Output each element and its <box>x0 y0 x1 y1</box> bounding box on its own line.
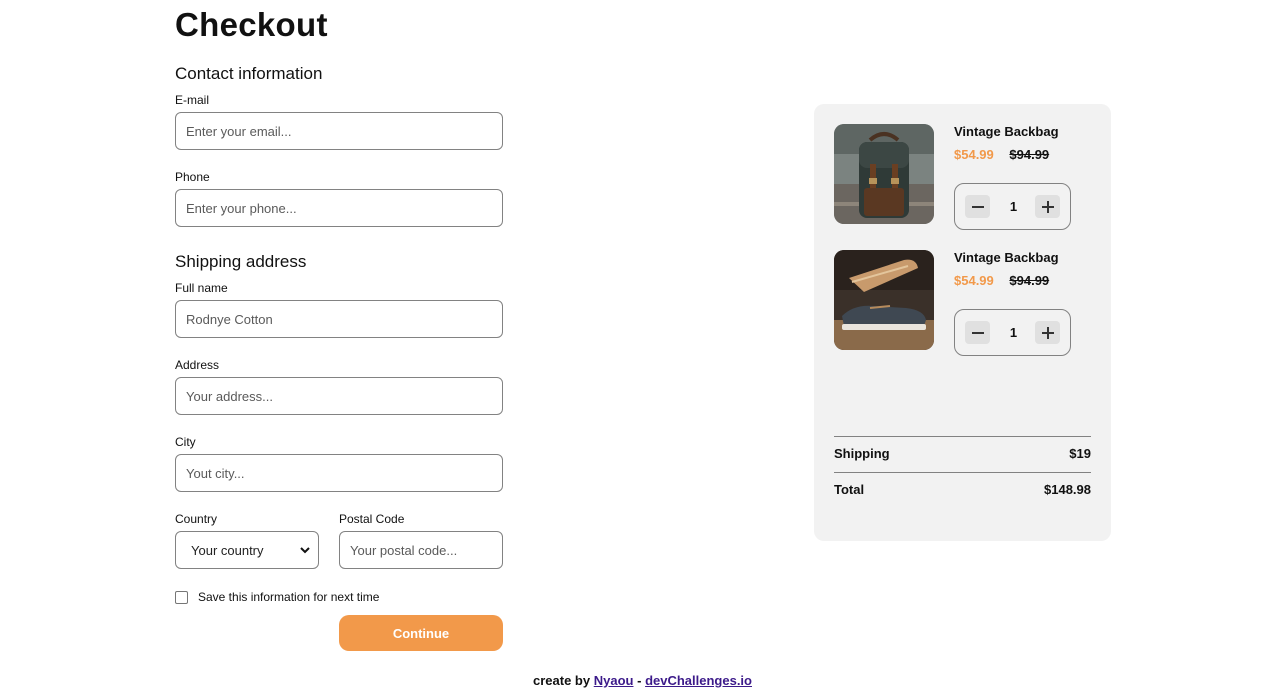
item-price-row: $54.99 $94.99 <box>954 147 1049 162</box>
item-price-row: $54.99 $94.99 <box>954 273 1049 288</box>
total-value: $148.98 <box>1044 482 1091 497</box>
country-label: Country <box>175 512 218 526</box>
shipping-heading: Shipping address <box>175 252 307 271</box>
increase-quantity-button[interactable] <box>1035 321 1060 344</box>
shipping-label: Shipping <box>834 446 890 461</box>
city-label: City <box>175 435 196 449</box>
item-sale-price: $54.99 <box>954 273 994 288</box>
backpack-image <box>834 124 934 224</box>
total-row: Total $148.98 <box>834 482 1091 497</box>
minus-icon <box>971 205 984 208</box>
plus-icon <box>1041 200 1054 213</box>
shipping-value: $19 <box>1069 446 1091 461</box>
country-select[interactable]: Your country <box>175 531 319 569</box>
quantity-value: 1 <box>1009 199 1018 214</box>
phone-label: Phone <box>175 170 210 184</box>
devchallenges-link[interactable]: devChallenges.io <box>645 673 752 688</box>
cart-item: Vintage Backbag $54.99 $94.99 1 <box>834 250 1091 356</box>
quantity-stepper: 1 <box>954 309 1071 356</box>
phone-field[interactable] <box>175 189 503 227</box>
footer: create by Nyaou - devChallenges.io <box>0 673 1285 688</box>
shoes-image <box>834 250 934 350</box>
author-link[interactable]: Nyaou <box>594 673 634 688</box>
continue-button[interactable]: Continue <box>339 615 503 651</box>
minus-icon <box>971 331 984 334</box>
divider <box>834 472 1091 473</box>
item-name: Vintage Backbag <box>954 124 1059 139</box>
footer-separator: - <box>637 673 642 688</box>
cart-summary: Vintage Backbag $54.99 $94.99 1 Vintage … <box>814 104 1111 541</box>
country-select-value: Your country <box>191 542 264 558</box>
full-name-label: Full name <box>175 281 228 295</box>
postal-code-field[interactable] <box>339 531 503 569</box>
city-field[interactable] <box>175 454 503 492</box>
checkout-page: Checkout Contact information E-mail Phon… <box>0 0 1285 697</box>
save-info-label: Save this information for next time <box>198 590 380 604</box>
quantity-stepper: 1 <box>954 183 1071 230</box>
item-name: Vintage Backbag <box>954 250 1059 265</box>
full-name-field[interactable] <box>175 300 503 338</box>
save-info-checkbox[interactable] <box>175 590 188 604</box>
address-label: Address <box>175 358 220 372</box>
divider <box>834 436 1091 437</box>
postal-code-label: Postal Code <box>339 512 405 526</box>
save-info-row: Save this information for next time <box>175 590 379 604</box>
cart-item: Vintage Backbag $54.99 $94.99 1 <box>834 124 1091 230</box>
item-original-price: $94.99 <box>1009 147 1050 162</box>
email-field[interactable] <box>175 112 503 150</box>
contact-heading: Contact information <box>175 64 323 83</box>
item-sale-price: $54.99 <box>954 147 994 162</box>
item-original-price: $94.99 <box>1009 273 1050 288</box>
decrease-quantity-button[interactable] <box>965 195 990 218</box>
decrease-quantity-button[interactable] <box>965 321 990 344</box>
chevron-down-icon <box>300 546 310 554</box>
shipping-row: Shipping $19 <box>834 446 1091 461</box>
plus-icon <box>1041 326 1054 339</box>
address-field[interactable] <box>175 377 503 415</box>
page-title: Checkout <box>175 6 328 43</box>
increase-quantity-button[interactable] <box>1035 195 1060 218</box>
email-label: E-mail <box>175 93 210 107</box>
total-label: Total <box>834 482 865 497</box>
quantity-value: 1 <box>1009 325 1018 340</box>
footer-prefix: create by <box>533 673 591 688</box>
